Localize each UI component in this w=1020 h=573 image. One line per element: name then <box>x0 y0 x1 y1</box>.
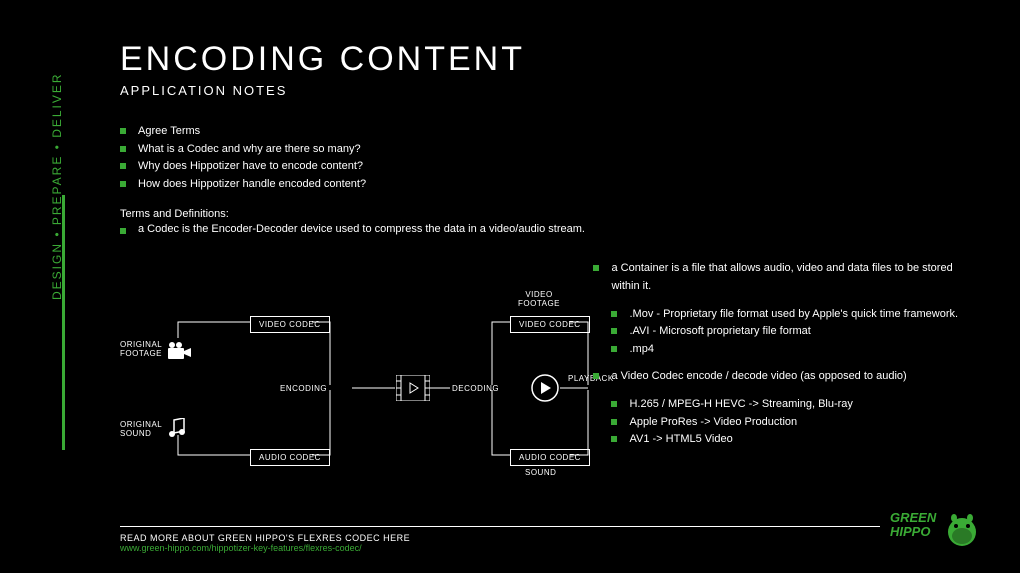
toc-item: What is a Codec and why are there so man… <box>120 141 980 159</box>
label-video-footage: VIDEO FOOTAGE <box>518 290 560 308</box>
green-hippo-logo: GREEN HIPPO <box>890 508 980 548</box>
main-content: ORIGINAL FOOTAGE ORIGINAL SOUND VIDEO CO… <box>120 260 980 490</box>
box-video-codec-left: VIDEO CODEC <box>250 316 330 333</box>
toc-item: Agree Terms <box>120 123 980 141</box>
definition-item: a Codec is the Encoder-Decoder device us… <box>120 223 980 235</box>
page-subtitle: APPLICATION NOTES <box>120 83 980 98</box>
label-sound: SOUND <box>525 468 556 477</box>
footer-read-more: READ MORE ABOUT GREEN HIPPO'S FLEXRES CO… <box>120 533 880 543</box>
info-container-ex: .AVI - Microsoft proprietary file format <box>611 323 980 341</box>
label-decoding: DECODING <box>452 384 499 393</box>
box-video-codec-right: VIDEO CODEC <box>510 316 590 333</box>
label-original-footage: ORIGINAL FOOTAGE <box>120 340 165 358</box>
label-original-sound: ORIGINAL SOUND <box>120 420 165 438</box>
definitions-list: a Codec is the Encoder-Decoder device us… <box>120 223 980 235</box>
info-video-codec: a Video Codec encode / decode video (as … <box>593 368 980 386</box>
info-container-ex: .mp4 <box>611 341 980 359</box>
info-container: a Container is a file that allows audio,… <box>593 260 980 295</box>
music-icon <box>168 418 188 438</box>
toc-item: Why does Hippotizer have to encode conte… <box>120 158 980 176</box>
play-icon <box>530 373 560 403</box>
footer-divider <box>120 526 880 527</box>
svg-text:HIPPO: HIPPO <box>890 524 930 539</box>
side-accent-bar <box>62 195 65 450</box>
svg-text:GREEN: GREEN <box>890 510 937 525</box>
footer-link[interactable]: www.green-hippo.com/hippotizer-key-featu… <box>120 543 362 553</box>
codec-diagram: ORIGINAL FOOTAGE ORIGINAL SOUND VIDEO CO… <box>120 260 593 490</box>
footer: READ MORE ABOUT GREEN HIPPO'S FLEXRES CO… <box>120 526 880 553</box>
info-video-codec-ex: Apple ProRes -> Video Production <box>611 414 980 432</box>
toc-item: How does Hippotizer handle encoded conte… <box>120 176 980 194</box>
info-panel: a Container is a file that allows audio,… <box>593 260 980 490</box>
film-icon <box>396 375 430 401</box>
info-video-codec-ex: AV1 -> HTML5 Video <box>611 431 980 449</box>
info-container-ex: .Mov - Proprietary file format used by A… <box>611 306 980 324</box>
box-audio-codec-left: AUDIO CODEC <box>250 449 330 466</box>
definitions-heading: Terms and Definitions: <box>120 208 980 220</box>
page: DESIGN • PREPARE • DELIVER ENCODING CONT… <box>0 0 1020 573</box>
label-encoding: ENCODING <box>280 384 327 393</box>
page-title: ENCODING CONTENT <box>120 40 980 79</box>
toc-list: Agree Terms What is a Codec and why are … <box>120 123 980 193</box>
box-audio-codec-right: AUDIO CODEC <box>510 449 590 466</box>
camera-icon <box>168 342 192 360</box>
info-video-codec-ex: H.265 / MPEG-H HEVC -> Streaming, Blu-ra… <box>611 396 980 414</box>
